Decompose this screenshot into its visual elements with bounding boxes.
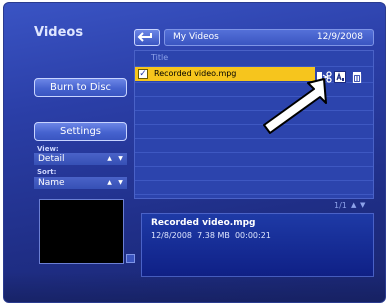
view-value: Detail — [38, 154, 65, 164]
row-checkbox[interactable]: ✓ — [138, 69, 148, 79]
row-divider — [135, 194, 373, 195]
details-size: 7.38 MB — [197, 231, 230, 240]
sort-up-icon[interactable]: ▲ — [105, 178, 114, 188]
row-divider — [135, 152, 373, 153]
page-up-icon[interactable]: ▲ — [351, 201, 356, 209]
row-divider — [135, 180, 373, 181]
video-preview[interactable] — [39, 199, 124, 264]
back-arrow-icon — [137, 32, 152, 42]
row-divider — [135, 166, 373, 167]
view-label: View: — [37, 145, 59, 153]
sort-select[interactable]: Name ▲ ▼ — [34, 177, 127, 189]
videos-screen: Videos Burn to Disc Settings View: Detai… — [3, 2, 386, 303]
page-indicator: 1/1 — [334, 201, 347, 210]
sort-label: Sort: — [37, 168, 57, 176]
preview-expand-icon[interactable] — [126, 254, 135, 263]
details-date: 12/8/2008 — [151, 231, 193, 240]
sort-value: Name — [38, 178, 65, 188]
row-divider — [135, 138, 373, 139]
details-title: Recorded video.mpg — [151, 218, 256, 228]
burn-to-disc-button[interactable]: Burn to Disc — [34, 78, 127, 97]
view-down-icon[interactable]: ▼ — [116, 154, 125, 164]
details-duration: 00:00:21 — [234, 231, 271, 240]
view-up-icon[interactable]: ▲ — [105, 154, 114, 164]
details-panel: Recorded video.mpg 12/8/2008 7.38 MB 00:… — [141, 213, 374, 277]
callout-arrow-icon — [263, 78, 327, 134]
page-down-icon[interactable]: ▼ — [360, 201, 365, 209]
column-header-title[interactable]: Title — [135, 51, 373, 65]
sort-down-icon[interactable]: ▼ — [116, 178, 125, 188]
back-button[interactable] — [134, 29, 160, 46]
view-select[interactable]: Detail ▲ ▼ — [34, 153, 127, 165]
location-date: 12/9/2008 — [316, 32, 363, 42]
details-meta: 12/8/2008 7.38 MB 00:00:21 — [151, 231, 271, 240]
page-title: Videos — [34, 25, 84, 40]
location-bar: My Videos 12/9/2008 — [164, 29, 374, 46]
settings-button[interactable]: Settings — [34, 122, 127, 141]
row-title: Recorded video.mpg — [154, 69, 237, 78]
app-window: Videos Burn to Disc Settings View: Detai… — [0, 0, 388, 305]
location-name: My Videos — [173, 32, 219, 42]
trash-icon[interactable] — [351, 68, 364, 84]
